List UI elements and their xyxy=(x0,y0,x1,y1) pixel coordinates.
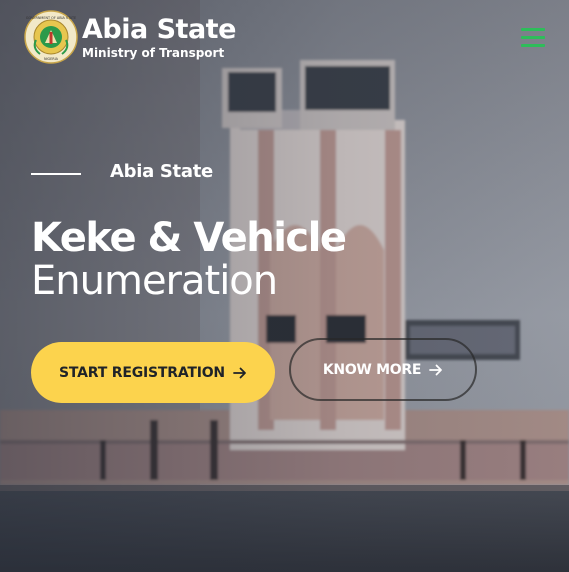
arrow-right-icon xyxy=(429,364,443,375)
site-logo[interactable]: GOVERNMENT OF ABIA STATE NIGERIA Abia St… xyxy=(24,10,236,64)
hero-title-line-2: Enumeration xyxy=(31,258,278,304)
hamburger-icon xyxy=(521,28,545,31)
eyebrow-divider xyxy=(31,173,81,175)
emblem-text-top: GOVERNMENT OF ABIA STATE xyxy=(26,16,76,20)
know-more-label: KNOW MORE xyxy=(322,361,422,378)
arrow-right-icon xyxy=(233,367,246,378)
abia-state-seal-icon: GOVERNMENT OF ABIA STATE NIGERIA xyxy=(24,10,78,64)
start-registration-label: START REGISTRATION xyxy=(59,364,225,381)
brand-text: Abia State Ministry of Transport xyxy=(82,13,236,60)
menu-toggle-button[interactable] xyxy=(521,27,547,49)
know-more-button[interactable]: KNOW MORE xyxy=(289,338,477,401)
hero-title-line-1: Keke & Vehicle xyxy=(31,215,347,261)
hamburger-icon-line xyxy=(521,36,545,39)
brand-subtitle: Ministry of Transport xyxy=(82,45,225,60)
hamburger-icon-line xyxy=(521,44,545,47)
start-registration-button[interactable]: START REGISTRATION xyxy=(31,342,275,403)
hero-eyebrow: Abia State xyxy=(110,161,213,182)
brand-title: Abia State xyxy=(82,13,236,45)
emblem-text-bottom: NIGERIA xyxy=(44,57,59,61)
